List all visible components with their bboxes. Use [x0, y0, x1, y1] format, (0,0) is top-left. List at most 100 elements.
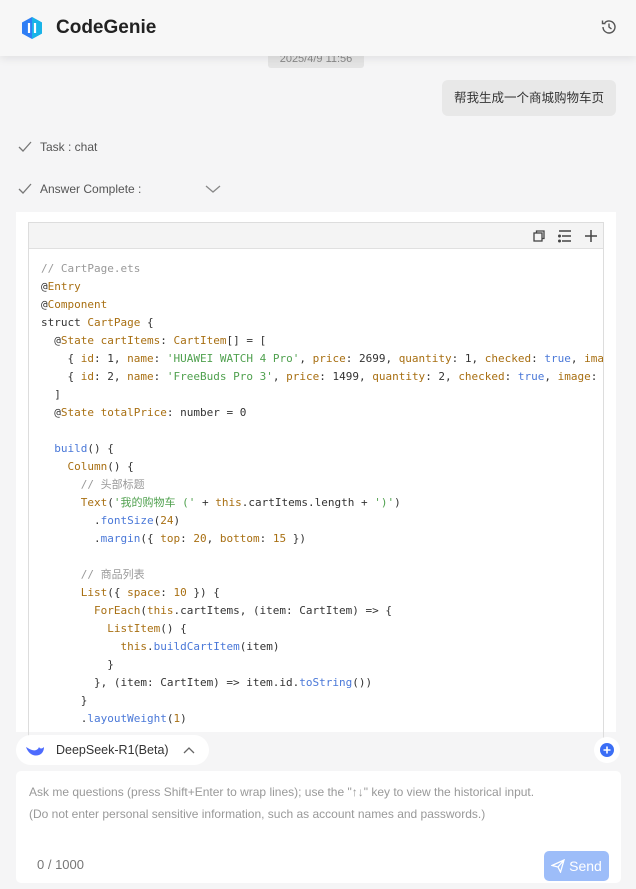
- code-line: // 头部标题: [41, 476, 603, 494]
- code-line: { id: 2, name: 'FreeBuds Pro 3', price: …: [41, 368, 603, 386]
- insert-icon[interactable]: [583, 228, 599, 244]
- code-token: 'HUAWEI WATCH 4 Pro': [166, 352, 300, 365]
- code-token: {: [140, 316, 154, 329]
- answer-status[interactable]: Answer Complete :: [18, 182, 229, 196]
- code-token: ,: [299, 352, 313, 365]
- code-token: layoutWeight: [87, 712, 167, 725]
- code-token: :: [590, 370, 598, 383]
- code-line: @Component: [41, 296, 603, 314]
- code-line: @Entry: [41, 278, 603, 296]
- code-token: @: [41, 334, 61, 347]
- code-content: // CartPage.ets @Entry @Component struct Ca…: [29, 249, 603, 728]
- code-token: price: [286, 370, 320, 383]
- code-token: quantity: [398, 352, 452, 365]
- code-token: () {: [160, 622, 187, 635]
- code-token: Column: [67, 460, 108, 473]
- code-token: ()): [352, 676, 373, 689]
- code-line: .layoutWeight(1): [41, 710, 603, 728]
- code-line: // CartPage.ets: [41, 260, 603, 278]
- code-line: Text('我的购物车 (' + this.cartItems.length +…: [41, 494, 603, 512]
- code-token: quantity: [372, 370, 426, 383]
- code-token: bottom: [219, 532, 260, 545]
- code-token: ): [394, 496, 401, 509]
- code-token: .: [41, 532, 101, 545]
- code-line: @State totalPrice: number = 0: [41, 404, 603, 422]
- code-token: .: [41, 514, 101, 527]
- code-token: ,: [206, 532, 220, 545]
- code-token: ')': [374, 496, 395, 509]
- code-token: this: [215, 496, 242, 509]
- code-token: {: [41, 352, 81, 365]
- code-token: :: [180, 532, 194, 545]
- code-token: name: [127, 352, 154, 365]
- code-toolbar: [29, 223, 603, 249]
- app-header: CodeGenie: [0, 0, 636, 56]
- code-token: CartItem: [173, 334, 227, 347]
- code-token: List: [80, 586, 108, 599]
- task-status: Task : chat: [18, 140, 97, 154]
- code-line: // 商品列表: [41, 566, 603, 584]
- code-token: struct: [41, 316, 88, 329]
- code-token: Entry: [47, 280, 81, 293]
- code-token: image: [557, 370, 591, 383]
- code-token: 'FreeBuds Pro 3': [166, 370, 273, 383]
- code-token: : 2,: [425, 370, 459, 383]
- code-token: // 头部标题: [41, 478, 145, 491]
- code-line: build() {: [41, 440, 603, 458]
- code-token: ({: [140, 532, 161, 545]
- input-placeholder-line2: (Do not enter personal sensitive informa…: [29, 807, 486, 821]
- code-token: .cartItems, (item: CartItem) => {: [173, 604, 393, 617]
- new-chat-icon: [600, 743, 614, 757]
- model-selector[interactable]: DeepSeek-R1(Beta): [16, 735, 209, 765]
- code-token: ,: [570, 352, 585, 365]
- code-token: Text: [80, 496, 108, 509]
- send-button[interactable]: Send: [544, 851, 609, 881]
- code-token: .: [146, 640, 154, 653]
- code-token: :: [153, 352, 167, 365]
- code-token: fontSize: [100, 514, 154, 527]
- code-token: ({: [107, 586, 128, 599]
- code-token: ]: [41, 388, 61, 401]
- wrap-lines-icon[interactable]: [557, 228, 573, 244]
- history-icon[interactable]: [600, 18, 618, 36]
- code-token: :: [259, 532, 273, 545]
- code-token: State: [60, 334, 94, 347]
- code-token: (: [107, 496, 114, 509]
- new-chat-button[interactable]: [594, 737, 620, 763]
- code-line: @State cartItems: CartItem[] = [: [41, 332, 603, 350]
- code-token: price: [312, 352, 346, 365]
- send-label: Send: [569, 858, 602, 874]
- code-token: : 1,: [451, 352, 485, 365]
- code-token: '我的购物车 (': [113, 496, 196, 509]
- code-token: : 2,: [94, 370, 128, 383]
- code-token: ima: [584, 352, 604, 365]
- copy-icon[interactable]: [531, 228, 547, 244]
- code-token: : 1,: [94, 352, 128, 365]
- code-token: :: [504, 370, 518, 383]
- code-token: @: [41, 406, 61, 419]
- code-token: {: [41, 370, 81, 383]
- code-line: this.buildCartItem(item): [41, 638, 603, 656]
- code-token: // CartPage.ets: [41, 262, 141, 275]
- code-token: : 1499,: [319, 370, 373, 383]
- chevron-down-icon[interactable]: [205, 184, 221, 194]
- code-token: :: [160, 334, 174, 347]
- chat-input[interactable]: Ask me questions (press Shift+Enter to w…: [16, 771, 621, 883]
- code-token: id: [80, 370, 94, 383]
- code-token: checked: [484, 352, 532, 365]
- code-line: }, (item: CartItem) => item.id.toString(…: [41, 674, 603, 692]
- code-line: }: [41, 656, 603, 674]
- code-token: }: [41, 694, 88, 707]
- send-icon: [551, 859, 566, 873]
- code-token: }, (item: CartItem) => item.id.: [41, 676, 300, 689]
- code-token: (item): [239, 640, 280, 653]
- deepseek-whale-icon: [26, 745, 44, 756]
- code-token: true: [544, 352, 571, 365]
- code-token: ForEach: [93, 604, 141, 617]
- code-token: : 2699,: [345, 352, 399, 365]
- code-token: 15: [272, 532, 287, 545]
- code-token: }) {: [186, 586, 220, 599]
